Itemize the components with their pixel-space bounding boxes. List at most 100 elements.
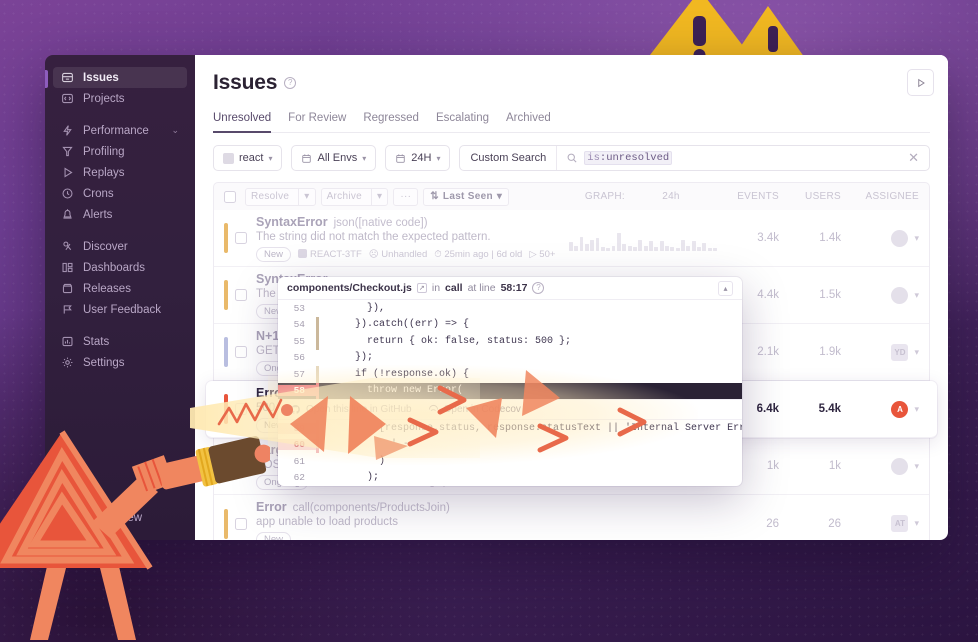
chevron-down-icon[interactable]: ▾ <box>914 290 919 301</box>
sidebar-item-dashboards[interactable]: Dashboards <box>53 257 187 278</box>
sidebar-item-crons[interactable]: Crons <box>53 183 187 204</box>
external-link-icon[interactable]: ↗ <box>416 283 427 293</box>
more-actions-button[interactable]: ··· <box>393 187 419 206</box>
tab-archived[interactable]: Archived <box>506 112 551 133</box>
chevron-down-icon[interactable]: ▾ <box>497 191 502 202</box>
chevron-down-icon[interactable]: ▾ <box>914 461 919 472</box>
row-checkbox[interactable] <box>235 232 247 244</box>
avatar[interactable]: YD <box>891 343 909 361</box>
sidebar-item-projects[interactable]: Projects <box>53 88 187 109</box>
avatar[interactable] <box>891 229 909 247</box>
question-circle-icon[interactable]: ? <box>284 77 297 89</box>
chevron-down-icon[interactable]: ▾ <box>298 188 314 205</box>
sidebar-item-whats-new[interactable]: What's new <box>53 507 187 528</box>
assignee-cell[interactable]: ▾ <box>841 286 919 304</box>
avatar[interactable] <box>891 457 909 475</box>
open-in-github-link[interactable]: Open this line in GitHub <box>290 404 412 415</box>
table-row[interactable]: SyntaxError json([native code]) The stri… <box>214 210 929 267</box>
dashboards-icon <box>61 261 74 274</box>
level-bar <box>224 337 228 367</box>
environment-filter[interactable]: All Envs ▾ <box>292 146 375 170</box>
row-checkbox[interactable] <box>235 403 247 415</box>
resolve-button[interactable]: Resolve ▾ <box>245 187 316 206</box>
sort-button[interactable]: ⇅ Last Seen ▾ <box>423 187 510 206</box>
assignee-cell[interactable]: AT ▾ <box>841 515 919 532</box>
code-filename[interactable]: components/Checkout.js <box>287 282 412 294</box>
avatar[interactable]: A <box>891 400 909 418</box>
assignee-cell[interactable]: ▾ <box>841 229 919 247</box>
sidebar-item-label: What's new <box>83 511 143 524</box>
tab-regressed[interactable]: Regressed <box>363 112 419 133</box>
replays-count: 50+ <box>539 248 556 260</box>
avatar[interactable] <box>891 286 909 304</box>
issue-culprit: app unable to load products <box>256 516 398 528</box>
sidebar-item-replays[interactable]: Replays <box>53 162 187 183</box>
sidebar-item-performance[interactable]: Performance ⌄ <box>53 120 187 141</box>
row-checkbox[interactable] <box>235 460 247 472</box>
column-users: USERS <box>805 191 841 202</box>
table-row[interactable]: Error call(components/ProductsJoin) app … <box>214 495 929 540</box>
sidebar-divider-1 <box>45 109 195 120</box>
open-in-codecov-link[interactable]: Open in Codecov <box>428 404 521 415</box>
chevron-down-icon[interactable]: ▾ <box>914 233 919 244</box>
archive-button[interactable]: Archive ▾ <box>320 187 389 206</box>
issue-type: SyntaxError <box>256 214 328 229</box>
code-popup-links: Open this line in GitHub Open in Codecov <box>278 399 742 420</box>
play-button[interactable] <box>907 69 934 96</box>
tab-for-review[interactable]: For Review <box>288 112 346 133</box>
in-label: in <box>431 282 441 294</box>
sidebar-item-label: Issues <box>83 71 119 84</box>
line-code: ); <box>331 472 380 484</box>
assignee-cell[interactable]: A ▾ <box>841 400 919 418</box>
chevron-down-icon[interactable]: ▾ <box>371 188 387 205</box>
issue-metrics: 26 26 AT ▾ <box>569 511 919 537</box>
chevron-down-icon[interactable]: ▾ <box>914 347 919 358</box>
row-checkbox[interactable] <box>235 289 247 301</box>
chevron-down-icon[interactable]: ⌄ <box>171 125 179 136</box>
profiling-icon <box>61 145 74 158</box>
users-count: 26 <box>828 517 841 530</box>
search-query-value: unresolved <box>606 152 670 164</box>
sidebar-item-releases[interactable]: Releases <box>53 278 187 299</box>
search-query-token[interactable]: is:unresolved <box>584 151 673 165</box>
sidebar-item-user-feedback[interactable]: User Feedback <box>53 299 187 320</box>
sidebar-item-alerts[interactable]: Alerts <box>53 204 187 225</box>
level-bar <box>224 280 228 310</box>
project-filter[interactable]: react ▾ <box>214 146 281 170</box>
chevron-down-icon[interactable]: ▾ <box>914 404 919 415</box>
sidebar-item-settings[interactable]: Settings <box>53 352 187 373</box>
project-env-period-group: react ▾ <box>213 145 283 171</box>
code-line: 56 }); <box>278 350 742 367</box>
project-tag-label: REACT-3TF <box>310 248 362 260</box>
sidebar-item-label: Alerts <box>83 208 113 221</box>
crons-icon <box>61 187 74 200</box>
chevron-down-icon[interactable]: ▾ <box>914 518 919 529</box>
issue-meta: New <box>256 532 569 540</box>
sidebar-item-help[interactable]: Help <box>53 486 187 507</box>
close-icon[interactable]: ✕ <box>898 150 929 166</box>
line-number: 59 <box>278 422 316 434</box>
row-checkbox[interactable] <box>235 517 247 530</box>
chevron-down-icon: ▾ <box>436 153 441 163</box>
row-checkbox[interactable] <box>235 346 247 358</box>
filter-bar: react ▾ All Envs ▾ 24H ▾ Custom Search i… <box>213 145 930 171</box>
sidebar-item-discover[interactable]: Discover <box>53 236 187 257</box>
chevron-up-icon[interactable]: ▴ <box>718 280 733 296</box>
sidebar-item-issues[interactable]: Issues <box>53 67 187 88</box>
assignee-cell[interactable]: ▾ <box>841 457 919 475</box>
issues-icon <box>61 71 74 84</box>
question-circle-icon[interactable]: ? <box>532 282 545 294</box>
saved-search-label[interactable]: Custom Search <box>460 146 558 170</box>
period-filter[interactable]: 24H ▾ <box>386 146 449 170</box>
line-code: if (!response.ok) { <box>331 368 470 380</box>
sidebar-item-stats[interactable]: Stats <box>53 331 187 352</box>
assignee-cell[interactable]: YD ▾ <box>841 343 919 361</box>
search-input-area[interactable]: is:unresolved <box>557 151 898 165</box>
sidebar-item-profiling[interactable]: Profiling <box>53 141 187 162</box>
tab-escalating[interactable]: Escalating <box>436 112 489 133</box>
avatar[interactable]: AT <box>891 515 909 532</box>
issue-type: Error <box>256 500 287 514</box>
tab-unresolved[interactable]: Unresolved <box>213 112 272 133</box>
column-graph-period[interactable]: 24h <box>625 191 717 202</box>
select-all-checkbox[interactable] <box>224 190 236 203</box>
